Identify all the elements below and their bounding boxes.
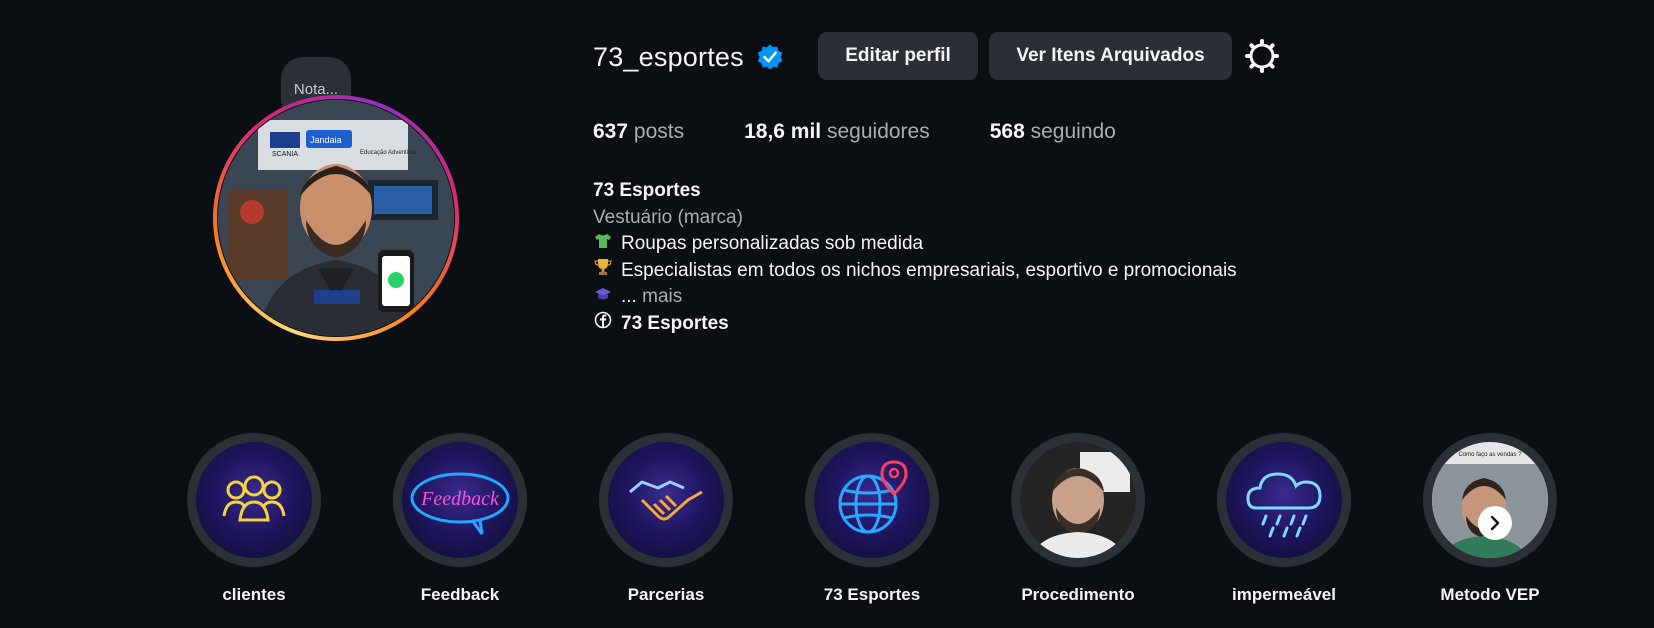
facebook-icon (593, 311, 613, 338)
settings-gear-icon[interactable] (1245, 39, 1279, 73)
highlight-label: Feedback (420, 585, 500, 604)
rain-cloud-neon-icon (1226, 442, 1342, 558)
highlight-73-esportes[interactable]: 73 Esportes (802, 433, 942, 605)
followers-count: 18,6 mil (744, 120, 822, 143)
view-archive-button[interactable]: Ver Itens Arquivados (989, 32, 1232, 80)
trophy-icon (593, 258, 613, 285)
followers-stat[interactable]: 18,6 mil seguidores (744, 120, 930, 144)
bio-line-2: Especialistas em todos os nichos empresa… (593, 258, 1237, 285)
following-label: seguindo (1030, 120, 1116, 143)
highlight-parcerias[interactable]: Parcerias (596, 433, 736, 605)
username-row: 73_esportes (593, 32, 784, 82)
username: 73_esportes (593, 41, 744, 72)
facebook-link-row[interactable]: 73 Esportes (593, 311, 1237, 338)
highlight-feedback[interactable]: Feedback Feedback (390, 433, 530, 605)
verified-badge-icon (757, 44, 783, 70)
following-stat[interactable]: 568 seguindo (990, 120, 1116, 144)
bio-line-1-text: Roupas personalizadas sob medida (621, 233, 924, 254)
highlight-label: Procedimento (1021, 585, 1135, 604)
highlight-label: Metodo VEP (1440, 585, 1540, 604)
highlight-label: clientes (222, 585, 286, 604)
posts-count: 637 (593, 120, 629, 143)
feedback-neon-icon: Feedback (402, 442, 518, 558)
highlight-label: impermeável (1232, 585, 1336, 604)
posts-stat[interactable]: 637 posts (593, 120, 684, 144)
more-link[interactable]: mais (642, 284, 682, 311)
bio-line-3-text: ... (621, 286, 637, 307)
bio-line-2-text: Especialistas em todos os nichos empresa… (621, 259, 1237, 281)
story-highlights: clientes Feedback Feedback Parcerias 73 … (184, 433, 1557, 613)
edit-profile-button[interactable]: Editar perfil (818, 32, 978, 80)
sign-brand1: SCANIA (272, 151, 298, 158)
users-neon-icon (196, 442, 312, 558)
profile-bio: 73 Esportes Vestuário (marca) Roupas per… (593, 178, 1237, 337)
posts-label: posts (633, 120, 685, 143)
profile-avatar[interactable]: SCANIA Jandaia Educação Adventista (213, 95, 459, 341)
photo-man-icon (1020, 442, 1136, 558)
category-label: Vestuário (marca) (593, 206, 743, 228)
tshirt-icon (593, 231, 613, 258)
chevron-right-icon (1490, 515, 1500, 531)
metodo-vep-icon-text: Como faço as vendas ? (1458, 452, 1522, 458)
avatar-illustration: SCANIA Jandaia Educação Adventista (218, 100, 454, 336)
globe-pin-neon-icon (814, 442, 930, 558)
highlight-procedimento[interactable]: Procedimento (1008, 433, 1148, 605)
display-name: 73 Esportes (593, 180, 701, 201)
highlight-clientes[interactable]: clientes (184, 433, 324, 605)
sign-brand3: Educação Adventista (360, 150, 417, 156)
avatar-image: SCANIA Jandaia Educação Adventista (218, 100, 454, 336)
highlight-impermeavel[interactable]: impermeável (1214, 433, 1354, 605)
profile-stats: 637 posts 18,6 mil seguidores 568 seguin… (593, 120, 1176, 144)
highlights-next-button[interactable] (1478, 506, 1512, 540)
highlight-label: Parcerias (627, 585, 705, 604)
handshake-neon-icon (608, 442, 724, 558)
highlight-label: 73 Esportes (823, 585, 921, 604)
bio-line-1: Roupas personalizadas sob medida (593, 231, 1237, 258)
following-count: 568 (989, 120, 1025, 143)
feedback-icon-text: Feedback (420, 488, 500, 510)
bio-line-3: ... mais (593, 284, 1237, 311)
photo-man-icon: Como faço as vendas ? (1432, 442, 1548, 558)
sign-brand2: Jandaia (310, 135, 342, 145)
followers-label: seguidores (827, 120, 930, 143)
graduation-cap-icon (593, 284, 613, 311)
facebook-link[interactable]: 73 Esportes (621, 311, 729, 338)
